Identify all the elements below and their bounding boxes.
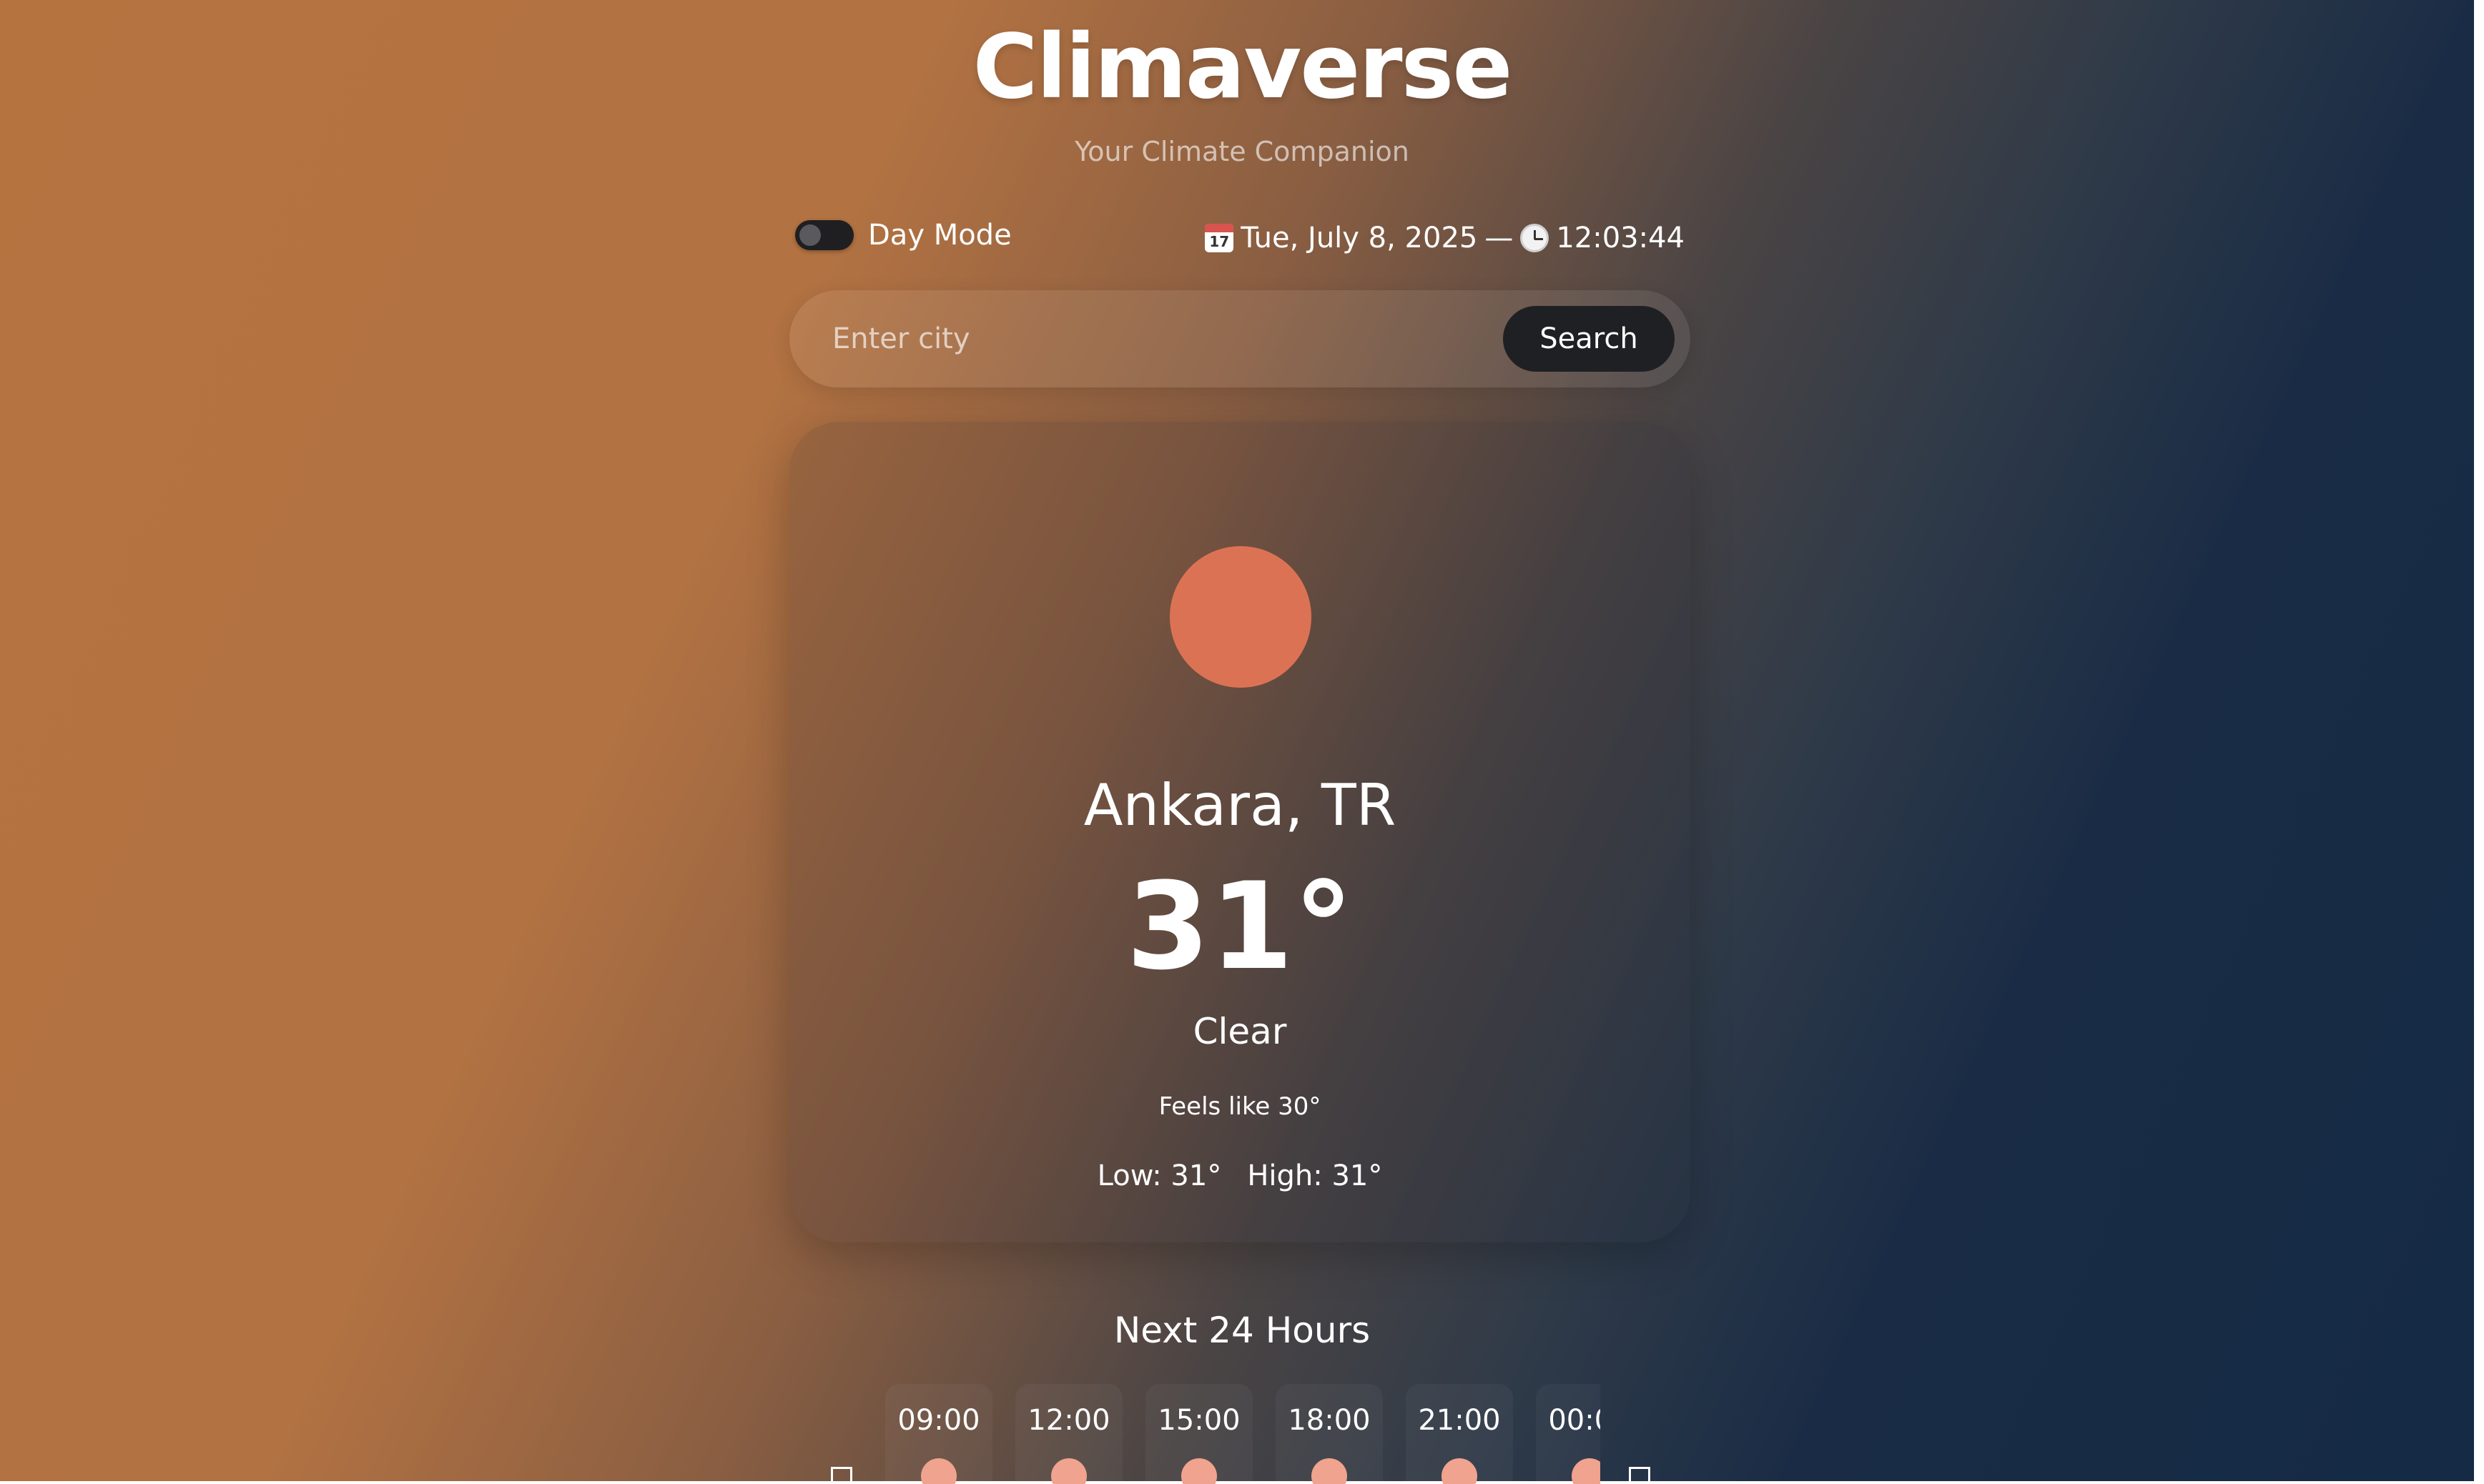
hour-card: 00:00: [1536, 1384, 1600, 1484]
date-time-display: 17 Tue, July 8, 2025 — 12:03:44: [1205, 222, 1685, 254]
hour-time: 15:00: [1158, 1404, 1241, 1437]
toggle-knob: [799, 224, 821, 246]
feels-like: Feels like 30°: [1158, 1092, 1321, 1121]
window-edge: [2474, 0, 2484, 1484]
hour-card: 12:00: [1015, 1384, 1123, 1484]
day-mode-label: Day Mode: [868, 219, 1012, 252]
low-high-temps: Low: 31° High: 31°: [789, 1159, 1690, 1192]
high-temp: High: 31°: [1247, 1159, 1383, 1192]
current-time: 12:03:44: [1556, 222, 1685, 254]
sun-icon: [1051, 1458, 1087, 1484]
hour-card: 21:00: [1406, 1384, 1513, 1484]
hour-card: 15:00: [1145, 1384, 1253, 1484]
toggle-switch[interactable]: [795, 220, 854, 250]
sun-icon: [1311, 1458, 1347, 1484]
hour-time: 12:00: [1027, 1404, 1110, 1437]
hour-card: 18:00: [1276, 1384, 1383, 1484]
hour-time: 21:00: [1418, 1404, 1501, 1437]
sun-icon: [1572, 1458, 1600, 1484]
current-weather-card: Ankara, TR 31° Clear Feels like 30° Low:…: [789, 422, 1690, 1242]
forecast-title: Next 24 Hours: [1113, 1310, 1371, 1351]
app-subtitle: Your Climate Companion: [1075, 136, 1409, 167]
app-title: Climaverse: [972, 16, 1513, 119]
scroll-left-button[interactable]: [831, 1467, 852, 1484]
search-button[interactable]: Search: [1503, 306, 1675, 372]
city-name: Ankara, TR: [1083, 772, 1396, 839]
hourly-forecast-scroller[interactable]: 09:00 12:00 15:00 18:00 21:00 00:00: [885, 1384, 1600, 1484]
hour-time: 18:00: [1288, 1404, 1371, 1437]
day-mode-toggle[interactable]: Day Mode: [795, 219, 1012, 252]
search-bar: Search: [789, 290, 1690, 387]
date-time-separator: —: [1484, 222, 1514, 254]
scroll-right-button[interactable]: [1629, 1467, 1650, 1484]
current-date: Tue, July 8, 2025: [1241, 222, 1478, 254]
clock-icon: [1520, 224, 1549, 252]
sun-icon: [1181, 1458, 1217, 1484]
hour-time: 00:00: [1548, 1404, 1600, 1437]
sun-icon: [921, 1458, 957, 1484]
weather-condition: Clear: [1193, 1011, 1287, 1052]
current-temperature: 31°: [1126, 856, 1354, 996]
calendar-icon: 17: [1205, 224, 1234, 252]
sun-icon: [1170, 546, 1311, 688]
hour-time: 09:00: [897, 1404, 980, 1437]
calendar-icon-day: 17: [1209, 233, 1230, 250]
sun-icon: [1441, 1458, 1477, 1484]
city-search-input[interactable]: [832, 315, 1476, 363]
low-temp: Low: 31°: [1097, 1159, 1222, 1192]
hour-card: 09:00: [885, 1384, 992, 1484]
